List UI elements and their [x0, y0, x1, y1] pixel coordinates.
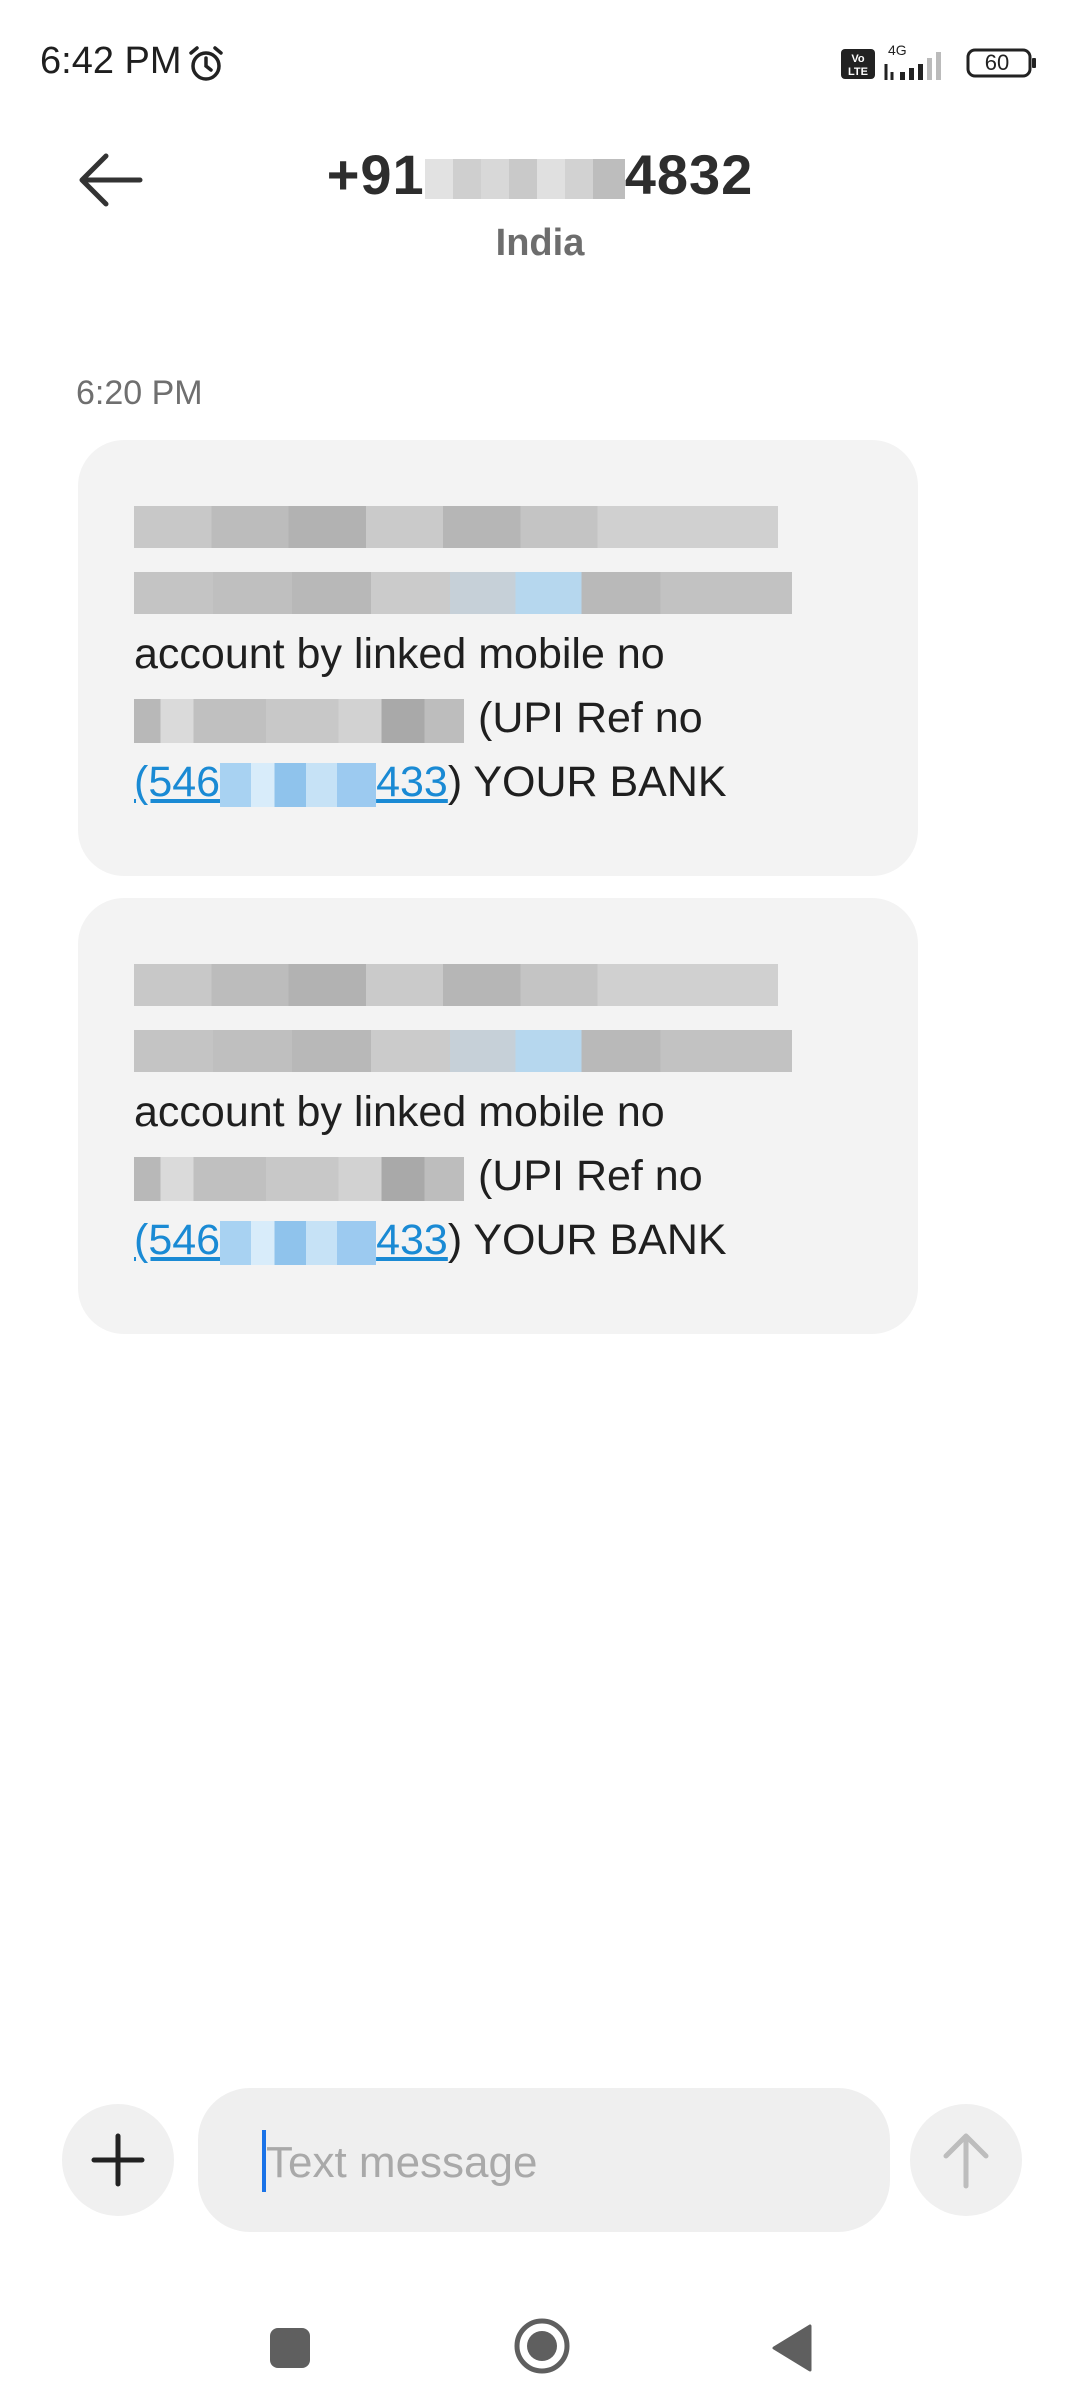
- svg-text:LTE: LTE: [848, 66, 868, 78]
- send-button[interactable]: [910, 2104, 1022, 2216]
- home-icon[interactable]: [512, 2316, 572, 2376]
- redacted-text: [134, 506, 778, 548]
- message-bubble[interactable]: account by linked mobile no (UPI Ref no …: [78, 440, 918, 876]
- send-arrow-icon: [943, 2133, 989, 2189]
- bank-label: ) YOUR BANK: [447, 758, 727, 806]
- message-text: account by linked mobile no: [134, 630, 665, 678]
- redacted-text: [134, 572, 792, 614]
- ref-suffix: 433: [376, 1216, 448, 1264]
- redacted-ref: [220, 762, 377, 807]
- message-timestamp: 6:20 PM: [76, 374, 203, 412]
- redacted-text: [134, 1030, 792, 1072]
- contact-number: +91 4832: [0, 142, 1080, 207]
- contact-suffix: 4832: [624, 143, 754, 206]
- add-attachment-button[interactable]: [62, 2104, 174, 2216]
- ref-suffix: 433: [376, 758, 448, 806]
- redacted-ref: [220, 1220, 377, 1265]
- svg-text:Vo: Vo: [851, 53, 865, 65]
- ref-prefix: (546: [134, 758, 221, 806]
- signal-icon: 4G: [884, 42, 941, 80]
- message-bubble[interactable]: account by linked mobile no (UPI Ref no …: [78, 898, 918, 1334]
- redacted-text: [134, 1156, 464, 1201]
- upi-ref-link[interactable]: (546 433: [134, 1216, 448, 1265]
- message-text: (UPI Ref no: [134, 1152, 703, 1201]
- battery-level: 60: [984, 50, 1010, 75]
- redacted-number: [424, 159, 625, 200]
- message-text: account by linked mobile no: [134, 1088, 665, 1136]
- volte-icon: Vo LTE: [841, 49, 875, 79]
- upi-ref-label: (UPI Ref no: [478, 1152, 703, 1200]
- bank-label: ) YOUR BANK: [447, 1216, 727, 1264]
- upi-ref-label: (UPI Ref no: [478, 694, 703, 742]
- message-text: (546 433) YOUR BANK: [134, 1216, 727, 1265]
- status-bar: 6:42 PM Vo LTE 4G 60: [0, 0, 1080, 130]
- contact-region: India: [495, 222, 585, 264]
- recent-apps-icon[interactable]: [268, 2326, 312, 2370]
- network-label: 4G: [888, 42, 907, 58]
- message-placeholder: Text message: [266, 2138, 538, 2187]
- back-triangle-icon[interactable]: [770, 2322, 814, 2374]
- message-text: (UPI Ref no: [134, 694, 703, 743]
- upi-ref-link[interactable]: (546 433: [134, 758, 448, 807]
- ref-prefix: (546: [134, 1216, 221, 1264]
- message-text: (546 433) YOUR BANK: [134, 758, 727, 807]
- alarm-icon: [189, 46, 223, 81]
- plus-icon: [91, 2133, 145, 2187]
- status-time: 6:42 PM: [40, 40, 182, 82]
- redacted-text: [134, 698, 464, 743]
- contact-prefix: +91: [326, 143, 425, 206]
- redacted-text: [134, 964, 778, 1006]
